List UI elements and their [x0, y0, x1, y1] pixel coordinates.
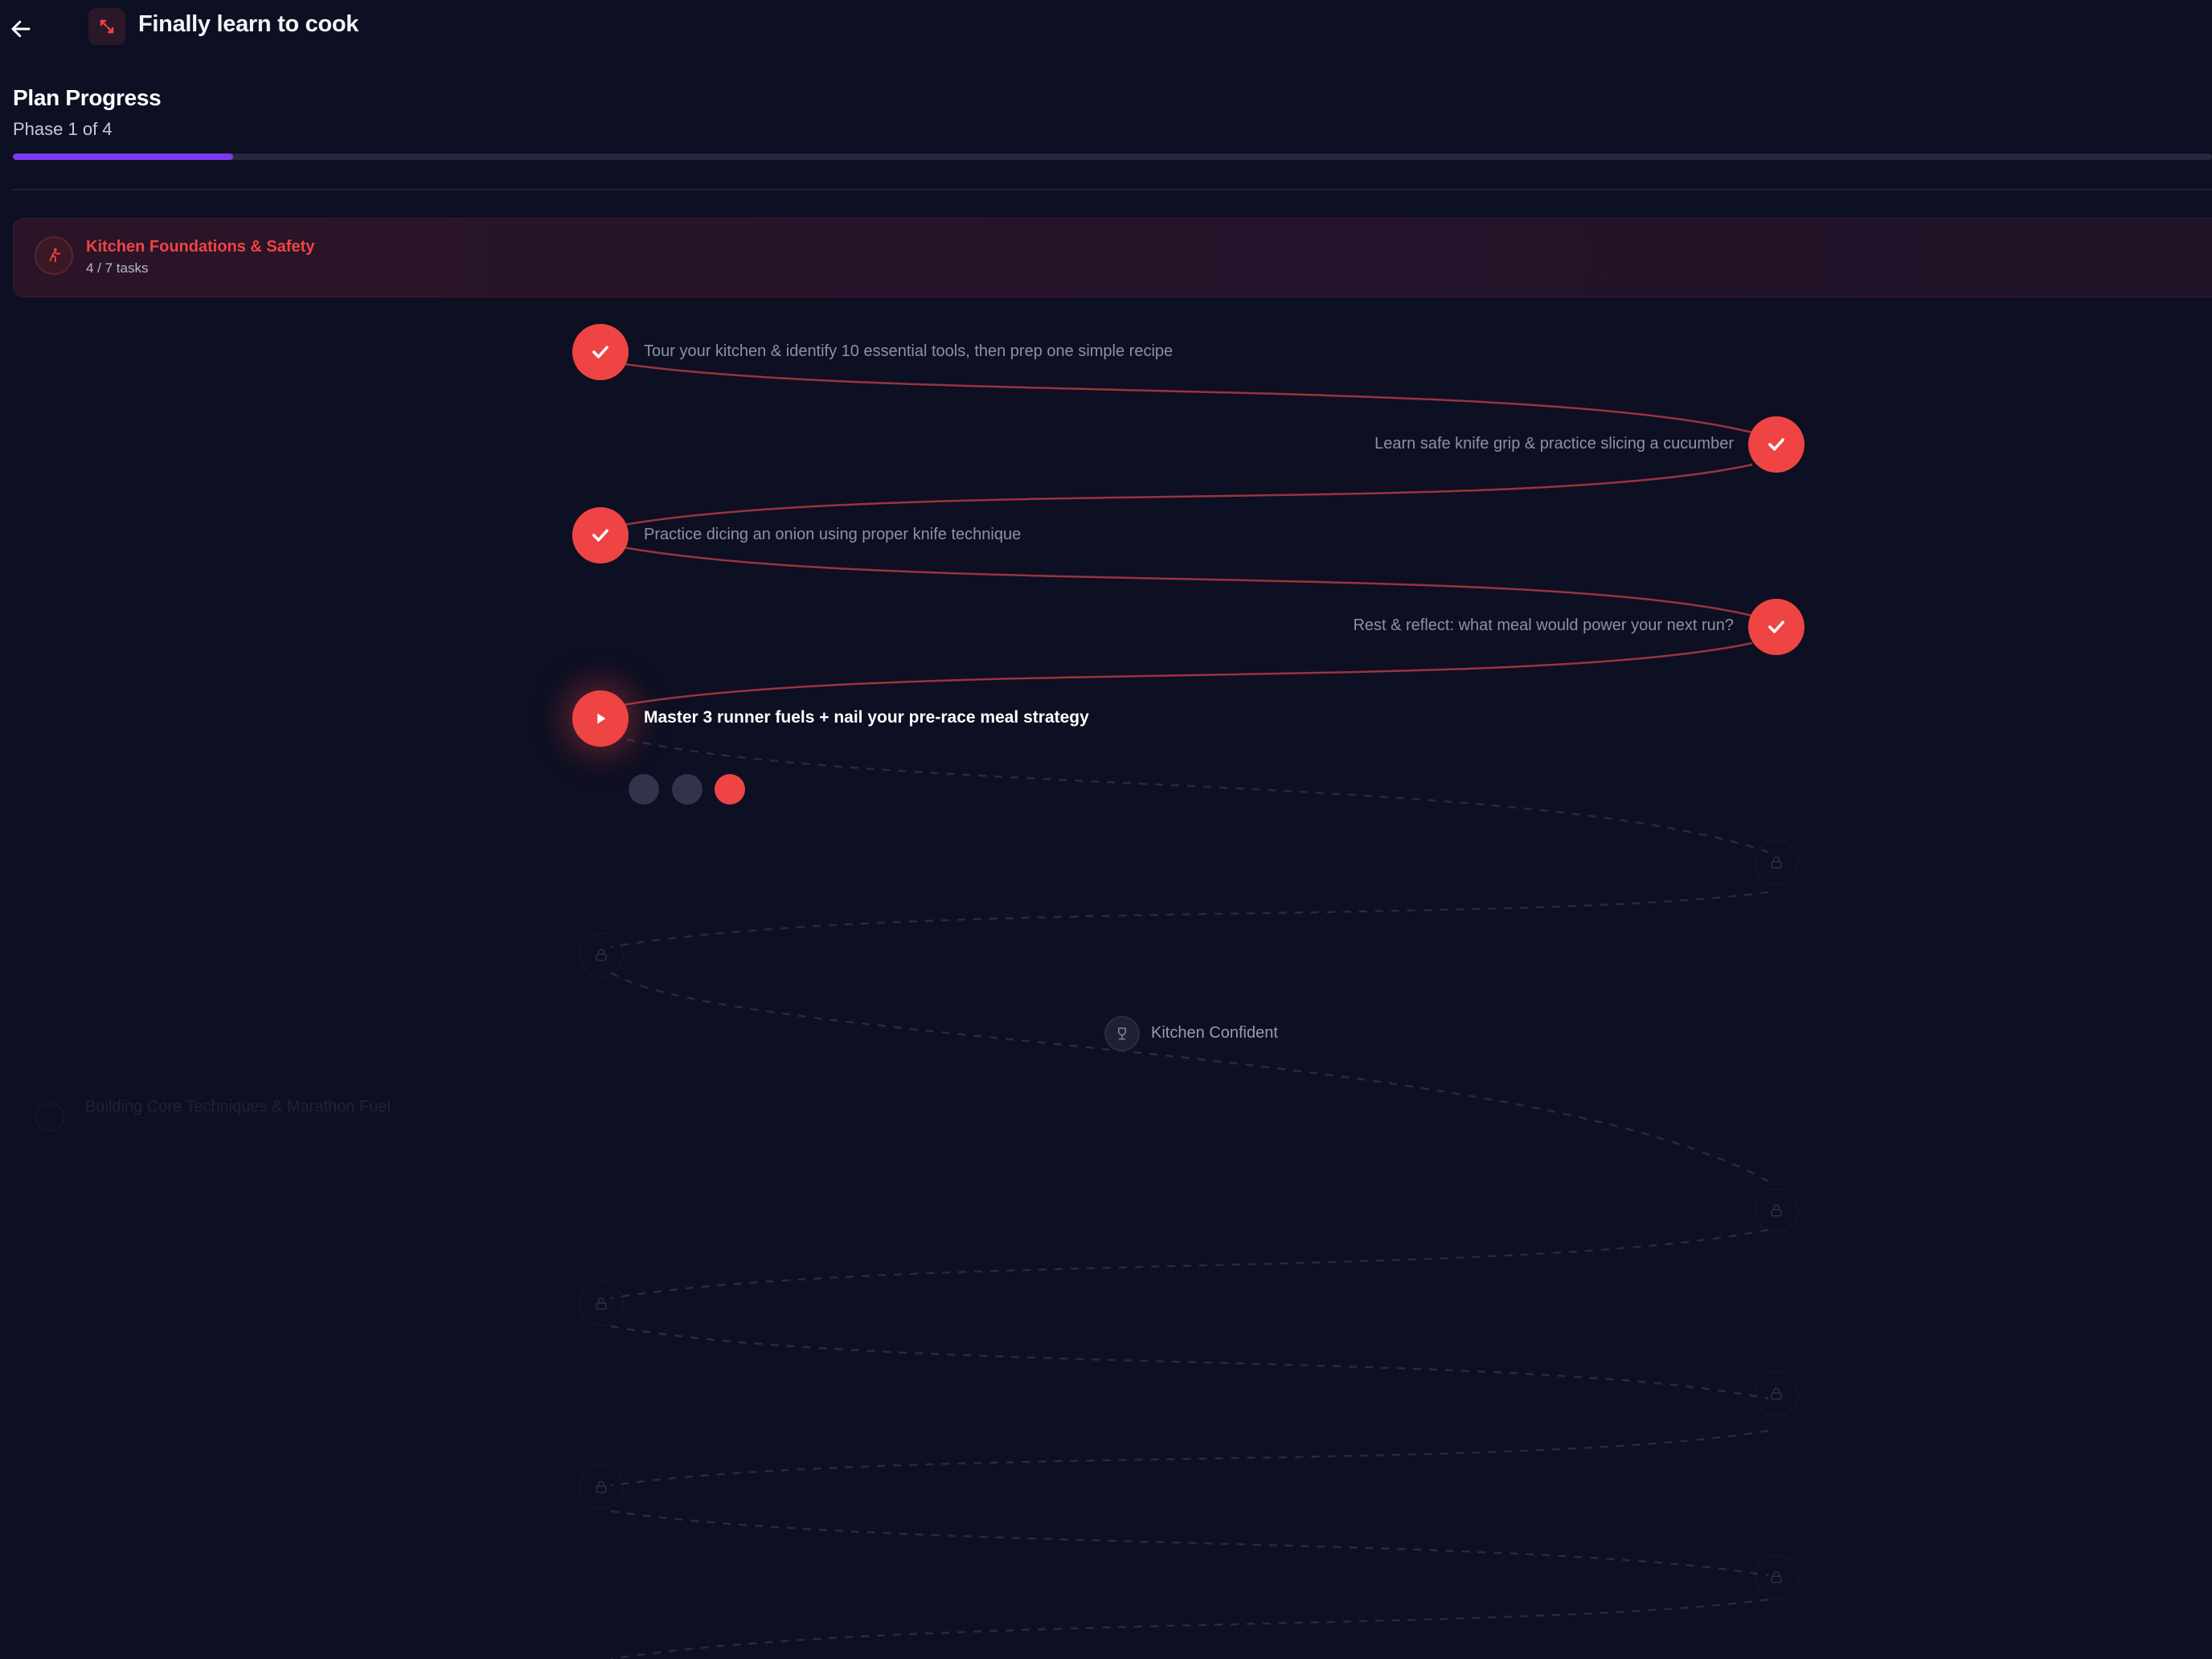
- path-connector: [610, 362, 1769, 1659]
- milestone-label: Kitchen Confident: [1151, 1024, 1278, 1042]
- lock-icon: [596, 1481, 607, 1493]
- next-phase-title: Building Core Techniques & Marathon Fuel: [85, 1098, 391, 1116]
- lock-icon: [1771, 1387, 1782, 1400]
- lock-icon: [1771, 1204, 1782, 1217]
- locked-task-node: [1754, 1555, 1799, 1600]
- task-label-3[interactable]: Practice dicing an onion using proper kn…: [644, 526, 1021, 544]
- locked-task-node: [579, 932, 624, 977]
- check-icon: [1768, 621, 1784, 633]
- task-label-2[interactable]: Learn safe knife grip & practice slicing…: [1374, 435, 1734, 453]
- task-node-1-complete[interactable]: [572, 324, 629, 380]
- next-phase-icon: [35, 1103, 64, 1132]
- task-node-3-complete[interactable]: [572, 507, 629, 563]
- task-node-4-complete[interactable]: [1748, 599, 1804, 655]
- play-icon: [597, 713, 606, 724]
- task-label-1[interactable]: Tour your kitchen & identify 10 essentia…: [644, 342, 1173, 361]
- lock-icon: [596, 1297, 607, 1310]
- substep-dot-1[interactable]: [629, 774, 659, 805]
- check-icon: [592, 529, 608, 542]
- locked-task-node: [1754, 840, 1799, 885]
- substep-dot-2[interactable]: [672, 774, 703, 805]
- locked-task-node: [579, 1464, 624, 1509]
- locked-task-node: [579, 1281, 624, 1326]
- check-icon: [592, 346, 608, 358]
- milestone-badge: [1104, 1016, 1140, 1051]
- check-icon: [1768, 438, 1784, 451]
- locked-task-node: [1754, 1371, 1799, 1416]
- task-label-5[interactable]: Master 3 runner fuels + nail your pre-ra…: [644, 708, 1089, 727]
- trophy-icon: [1118, 1027, 1126, 1040]
- lock-icon: [1771, 1571, 1782, 1583]
- task-node-5-current[interactable]: [572, 690, 629, 747]
- task-node-2-complete[interactable]: [1748, 416, 1804, 473]
- locked-task-node: [1754, 1188, 1799, 1233]
- lock-icon: [596, 948, 607, 961]
- lock-icon: [1771, 856, 1782, 869]
- substep-dot-3-active[interactable]: [715, 774, 745, 805]
- task-label-4[interactable]: Rest & reflect: what meal would power yo…: [1353, 616, 1734, 635]
